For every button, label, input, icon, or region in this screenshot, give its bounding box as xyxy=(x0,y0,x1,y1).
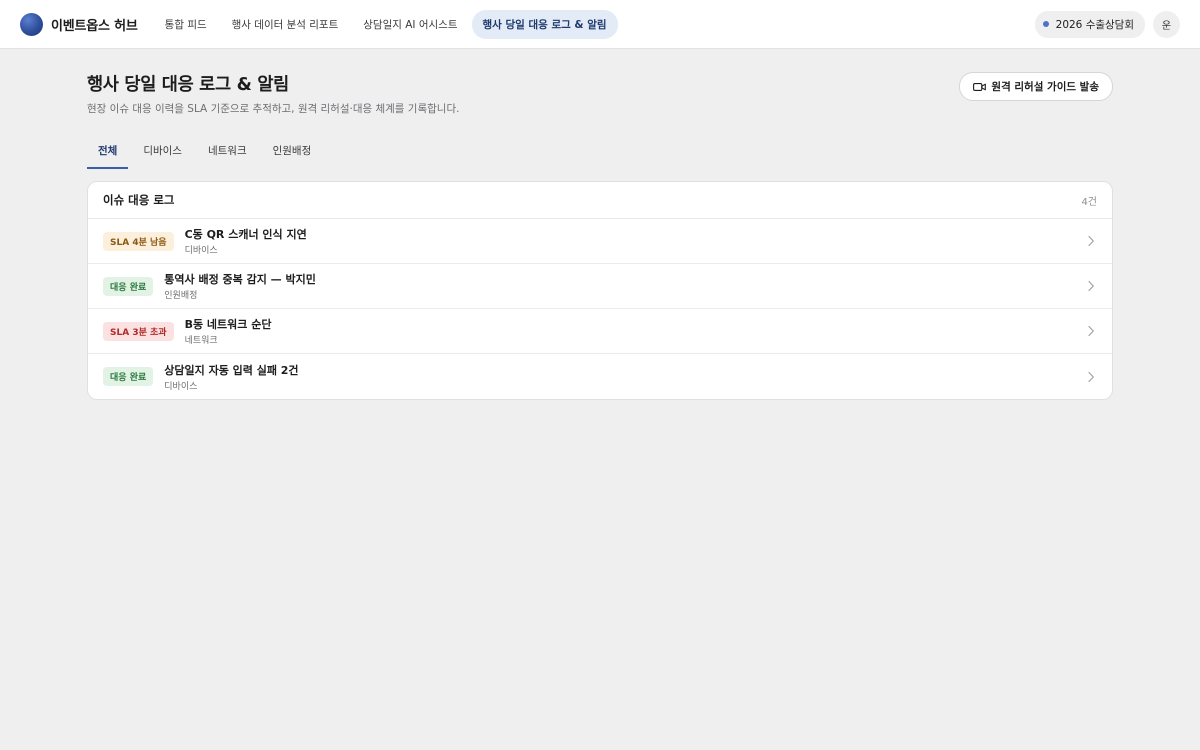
category-tabs: 전체 디바이스 네트워크 인원배정 xyxy=(87,138,1113,169)
brand[interactable]: 이벤트옵스 허브 xyxy=(20,12,138,36)
nav-item-unified-feed[interactable]: 통합 피드 xyxy=(154,10,218,39)
issue-row[interactable]: SLA 3분 초과 B동 네트워크 순단 네트워크 xyxy=(88,309,1112,354)
issue-text: C동 QR 스캐너 인식 지연 디바이스 xyxy=(185,226,1087,256)
issue-text: B동 네트워크 순단 네트워크 xyxy=(185,316,1087,346)
issue-log-card: 이슈 대응 로그 4건 SLA 4분 남음 C동 QR 스캐너 인식 지연 디바… xyxy=(87,181,1113,400)
issue-title: 통역사 배정 중복 감지 — 박지민 xyxy=(164,273,316,286)
issue-category: 디바이스 xyxy=(184,246,218,256)
issue-category: 인원배정 xyxy=(164,291,198,301)
tab-all[interactable]: 전체 xyxy=(87,138,129,169)
issue-row[interactable]: SLA 4분 남음 C동 QR 스캐너 인식 지연 디바이스 xyxy=(88,219,1112,264)
issue-log-header: 이슈 대응 로그 4건 xyxy=(88,182,1112,219)
main-nav: 통합 피드 행사 데이터 분석 리포트 상담일지 AI 어시스트 행사 당일 대… xyxy=(154,9,621,39)
nav-item-day-of-log[interactable]: 행사 당일 대응 로그 & 알림 xyxy=(471,9,618,39)
issue-category: 디바이스 xyxy=(164,381,198,392)
top-bar: 이벤트옵스 허브 통합 피드 행사 데이터 분석 리포트 상담일지 AI 어시스… xyxy=(0,0,1200,49)
page-subtitle: 현장 이슈 대응 이력을 SLA 기준으로 추적하고, 원격 리허설·대응 체계… xyxy=(87,103,460,115)
tab-network[interactable]: 네트워크 xyxy=(197,138,258,169)
issue-log-count: 4건 xyxy=(1081,196,1097,208)
avatar[interactable]: 운 xyxy=(1153,10,1180,38)
chevron-right-icon xyxy=(1088,280,1094,292)
event-selector[interactable]: 2026 수출상담회 xyxy=(1034,10,1145,38)
send-rehearsal-guide-label: 원격 리허설 가이드 발송 xyxy=(991,81,1099,93)
event-selector-label: 2026 수출상담회 xyxy=(1055,18,1134,31)
nav-item-consult-ai-assist[interactable]: 상담일지 AI 어시스트 xyxy=(352,10,468,39)
issue-text: 상담일지 자동 입력 실패 2건 디바이스 xyxy=(164,362,1087,392)
chevron-right-icon xyxy=(1088,371,1094,382)
tab-staffing[interactable]: 인원배정 xyxy=(262,138,323,169)
issue-row[interactable]: 대응 완료 상담일지 자동 입력 실패 2건 디바이스 xyxy=(88,354,1112,399)
page-header: 행사 당일 대응 로그 & 알림 현장 이슈 대응 이력을 SLA 기준으로 추… xyxy=(87,71,1113,116)
sla-status-badge: 대응 완료 xyxy=(103,367,154,386)
issue-log-title: 이슈 대응 로그 xyxy=(103,193,175,207)
chevron-right-icon xyxy=(1088,325,1094,337)
video-camera-icon xyxy=(973,82,987,91)
issue-text: 통역사 배정 중복 감지 — 박지민 인원배정 xyxy=(164,271,1087,301)
issue-title: 상담일지 자동 입력 실패 2건 xyxy=(164,363,299,377)
issue-row[interactable]: 대응 완료 통역사 배정 중복 감지 — 박지민 인원배정 xyxy=(88,264,1112,309)
sla-status-badge: SLA 3분 초과 xyxy=(103,321,174,341)
page-title: 행사 당일 대응 로그 & 알림 xyxy=(87,75,289,95)
chevron-right-icon xyxy=(1088,235,1094,247)
sla-status-badge: SLA 4분 남음 xyxy=(103,231,174,251)
tab-device[interactable]: 디바이스 xyxy=(132,138,193,169)
sla-status-badge: 대응 완료 xyxy=(103,276,154,296)
main-content: 행사 당일 대응 로그 & 알림 현장 이슈 대응 이력을 SLA 기준으로 추… xyxy=(87,49,1113,400)
page-heading-group: 행사 당일 대응 로그 & 알림 현장 이슈 대응 이력을 SLA 기준으로 추… xyxy=(87,71,459,116)
nav-item-analysis-report[interactable]: 행사 데이터 분석 리포트 xyxy=(221,10,350,39)
issue-title: C동 QR 스캐너 인식 지연 xyxy=(184,228,307,241)
brand-logo-icon xyxy=(20,12,43,36)
issue-category: 네트워크 xyxy=(184,336,218,346)
issue-title: B동 네트워크 순단 xyxy=(184,318,272,331)
status-dot-icon xyxy=(1042,21,1049,27)
brand-name: 이벤트옵스 허브 xyxy=(51,18,138,34)
send-rehearsal-guide-button[interactable]: 원격 리허설 가이드 발송 xyxy=(959,72,1113,101)
